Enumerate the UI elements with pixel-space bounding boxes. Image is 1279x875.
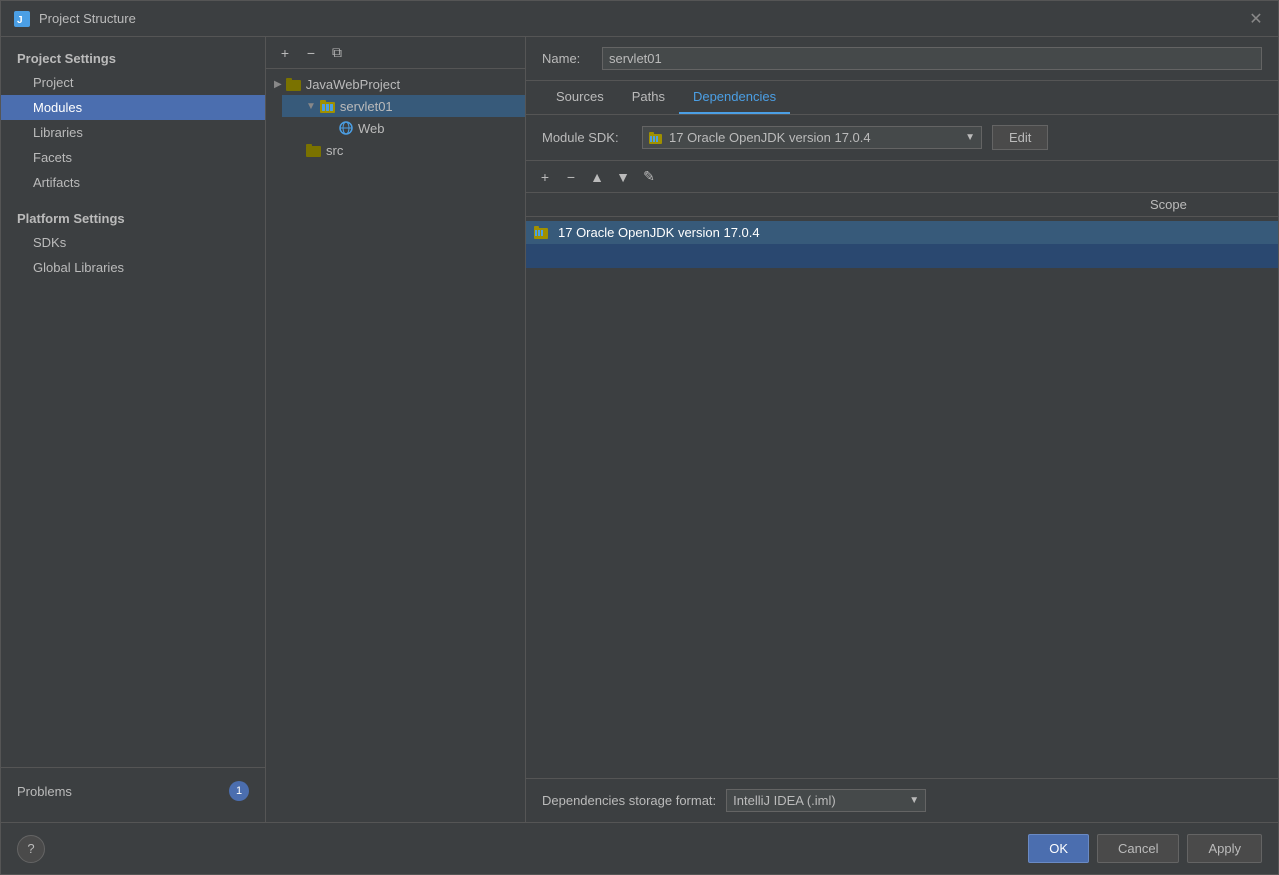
module-folder-icon <box>320 98 336 114</box>
edit-sdk-button[interactable]: Edit <box>992 125 1048 150</box>
deps-toolbar: + − ▲ ▼ ✎ <box>526 161 1278 193</box>
deps-rows: 17 Oracle OpenJDK version 17.0.4 <box>526 217 1278 272</box>
svg-text:J: J <box>17 15 23 26</box>
expand-icon: ▶ <box>274 79 282 90</box>
deps-row-label: 17 Oracle OpenJDK version 17.0.4 <box>558 225 760 240</box>
sdk-select[interactable]: 17 Oracle OpenJDK version 17.0.4 ▼ <box>642 126 982 149</box>
storage-row: Dependencies storage format: IntelliJ ID… <box>526 778 1278 822</box>
sidebar-item-sdks[interactable]: SDKs <box>1 230 265 255</box>
title-bar: J Project Structure ✕ <box>1 1 1278 37</box>
deps-col-name-header <box>534 197 1150 212</box>
problems-row[interactable]: Problems 1 <box>1 776 265 806</box>
name-input[interactable] <box>602 47 1262 70</box>
storage-value: IntelliJ IDEA (.iml) <box>733 793 836 808</box>
dialog-title: Project Structure <box>39 11 1238 26</box>
folder-icon <box>286 76 302 92</box>
sdk-dropdown-arrow: ▼ <box>965 132 975 143</box>
app-icon: J <box>13 10 31 28</box>
deps-col-scope-header: Scope <box>1150 197 1270 212</box>
tree-item-label: src <box>326 143 343 158</box>
tree-remove-button[interactable]: − <box>300 42 322 64</box>
tab-sources[interactable]: Sources <box>542 81 618 114</box>
deps-edit-button[interactable]: ✎ <box>638 166 660 188</box>
tree-item-web[interactable]: Web <box>298 117 525 139</box>
sidebar-item-modules[interactable]: Modules <box>1 95 265 120</box>
sdk-folder-icon <box>649 132 663 144</box>
deps-remove-button[interactable]: − <box>560 166 582 188</box>
help-button[interactable]: ? <box>17 835 45 863</box>
apply-button[interactable]: Apply <box>1187 834 1262 863</box>
tabs-row: Sources Paths Dependencies <box>526 81 1278 115</box>
sdk-label: Module SDK: <box>542 130 632 145</box>
right-panel: Name: Sources Paths Dependencies Module … <box>526 37 1278 822</box>
sdk-row: Module SDK: 17 Oracle OpenJDK version 17… <box>526 115 1278 161</box>
sidebar-item-global-libraries[interactable]: Global Libraries <box>1 255 265 280</box>
problems-label: Problems <box>17 784 229 799</box>
tab-paths[interactable]: Paths <box>618 81 679 114</box>
name-row: Name: <box>526 37 1278 81</box>
deps-row-sdk[interactable]: 17 Oracle OpenJDK version 17.0.4 <box>526 221 1278 244</box>
tree-item-src[interactable]: src <box>282 139 525 161</box>
src-folder-icon <box>306 142 322 158</box>
tree-add-button[interactable]: + <box>274 42 296 64</box>
close-button[interactable]: ✕ <box>1246 9 1266 29</box>
tree-copy-button[interactable]: ⧉ <box>326 42 348 64</box>
sidebar-item-artifacts[interactable]: Artifacts <box>1 170 265 195</box>
tree-content: ▶ JavaWebProject ▼ <box>266 69 525 822</box>
deps-table-header: Scope <box>526 193 1278 217</box>
deps-up-button[interactable]: ▲ <box>586 166 608 188</box>
problems-badge: 1 <box>229 781 249 801</box>
sdk-value: 17 Oracle OpenJDK version 17.0.4 <box>669 130 871 145</box>
cancel-button[interactable]: Cancel <box>1097 834 1179 863</box>
deps-table: Scope 17 Oracle OpenJDK version 17.0.4 <box>526 193 1278 778</box>
bottom-bar: ? OK Cancel Apply <box>1 822 1278 874</box>
web-icon <box>338 120 354 136</box>
project-settings-title: Project Settings <box>1 45 265 70</box>
tree-item-javawebproject[interactable]: ▶ JavaWebProject <box>266 73 525 95</box>
sidebar-item-facets[interactable]: Facets <box>1 145 265 170</box>
deps-down-button[interactable]: ▼ <box>612 166 634 188</box>
tree-item-label: Web <box>358 121 385 136</box>
deps-add-button[interactable]: + <box>534 166 556 188</box>
expand-icon: ▼ <box>306 101 316 112</box>
storage-label: Dependencies storage format: <box>542 793 716 808</box>
sidebar: Project Settings Project Modules Librari… <box>1 37 266 822</box>
storage-select[interactable]: IntelliJ IDEA (.iml) ▼ <box>726 789 926 812</box>
main-content: Project Settings Project Modules Librari… <box>1 37 1278 822</box>
name-label: Name: <box>542 51 592 66</box>
module-tree-panel: + − ⧉ ▶ JavaWebProject ▼ <box>266 37 526 822</box>
tree-item-servlet01[interactable]: ▼ servlet01 <box>282 95 525 117</box>
tree-item-label: servlet01 <box>340 99 393 114</box>
platform-settings-title: Platform Settings <box>1 205 265 230</box>
sidebar-item-libraries[interactable]: Libraries <box>1 120 265 145</box>
deps-sdk-icon <box>534 226 550 240</box>
deps-row-empty[interactable] <box>526 244 1278 268</box>
storage-arrow: ▼ <box>909 795 919 806</box>
tab-dependencies[interactable]: Dependencies <box>679 81 790 114</box>
project-structure-dialog: J Project Structure ✕ Project Settings P… <box>0 0 1279 875</box>
tree-toolbar: + − ⧉ <box>266 37 525 69</box>
sidebar-bottom: Problems 1 <box>1 767 265 814</box>
sidebar-item-project[interactable]: Project <box>1 70 265 95</box>
ok-button[interactable]: OK <box>1028 834 1089 863</box>
tree-item-label: JavaWebProject <box>306 77 400 92</box>
